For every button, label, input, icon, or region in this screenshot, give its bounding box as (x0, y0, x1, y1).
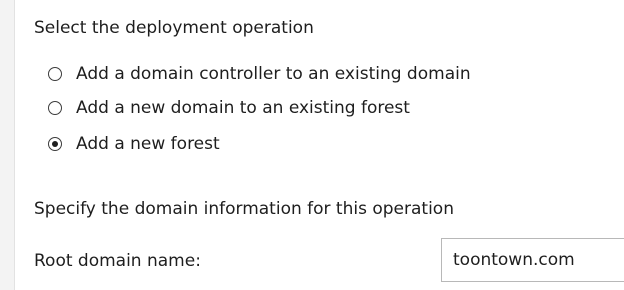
radio-checked-icon[interactable] (48, 137, 62, 151)
radio-selected-dot (52, 141, 58, 147)
radio-label: Add a new domain to an existing forest (76, 98, 410, 118)
domain-information-heading: Specify the domain information for this … (34, 199, 454, 219)
deployment-operation-heading: Select the deployment operation (34, 18, 314, 38)
radio-unchecked-icon[interactable] (48, 67, 62, 81)
radio-label: Add a domain controller to an existing d… (76, 64, 471, 84)
root-domain-name-label: Root domain name: (34, 251, 201, 271)
root-domain-name-input[interactable] (441, 238, 624, 282)
radio-label: Add a new forest (76, 134, 220, 154)
radio-add-new-forest[interactable]: Add a new forest (48, 133, 220, 155)
radio-unchecked-icon[interactable] (48, 101, 62, 115)
radio-add-domain-existing-forest[interactable]: Add a new domain to an existing forest (48, 97, 410, 119)
radio-add-dc-existing-domain[interactable]: Add a domain controller to an existing d… (48, 63, 471, 85)
